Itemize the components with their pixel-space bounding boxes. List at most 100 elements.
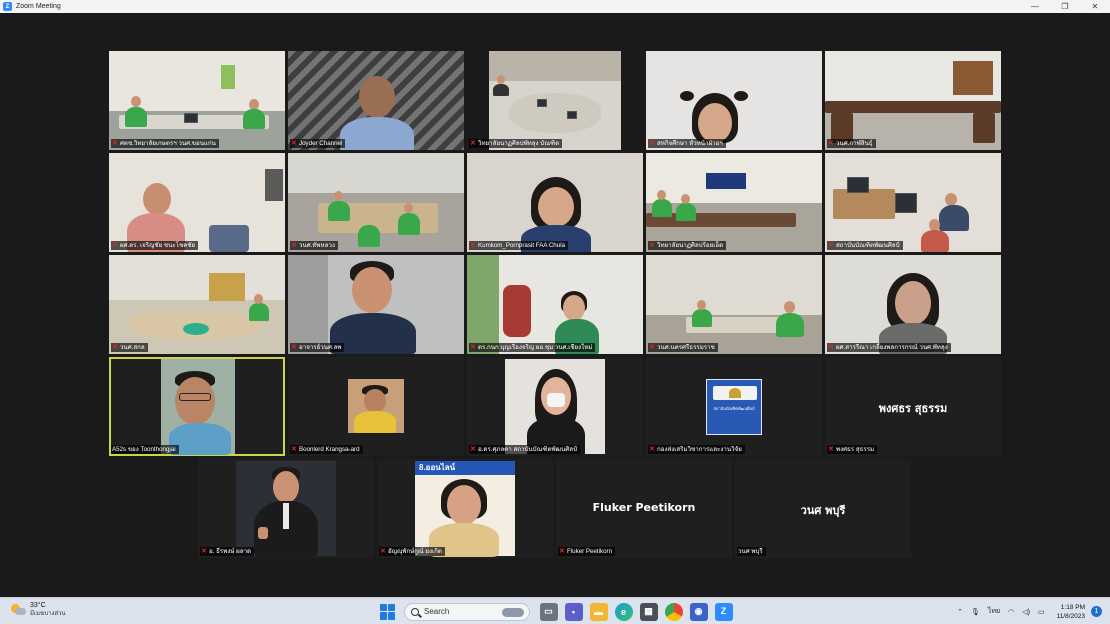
participant-name: วนศ.ทัพหลวง <box>299 242 335 249</box>
video-tile[interactable]: ✕ อ. ธีรพงษ์ ผลาด <box>198 459 374 558</box>
video-tile[interactable]: ✕ วนศ.สกล <box>109 255 285 354</box>
video-tile[interactable]: ✕ Kumkom_Pornprasit FAA Chula <box>467 153 643 252</box>
muted-mic-icon: ✕ <box>828 140 834 147</box>
muted-mic-icon: ✕ <box>649 446 655 453</box>
participant-name: A52s ของ Toonthongjai <box>112 446 176 453</box>
video-feed <box>288 153 464 252</box>
video-tile[interactable]: ✕ ผศ.ดร. เจริญชัย ชนะโชคชัย <box>109 153 285 252</box>
taskbar-apps: Search ▭ ▪ ▬ e ▦ ◉ Z <box>380 601 736 622</box>
battery-icon[interactable]: ▭ <box>1038 608 1045 616</box>
video-tile[interactable]: วนศ พบุรี วนศ พบุรี <box>735 459 911 558</box>
notification-badge[interactable]: 1 <box>1091 606 1102 617</box>
clock[interactable]: 1:18 PM 11/8/2023 <box>1057 603 1085 621</box>
volume-icon[interactable]: ◁) <box>1022 608 1030 616</box>
participant-label: ✕ ผศ.ดร. เจริญชัย ชนะโชคชัย <box>111 241 199 250</box>
video-tile[interactable]: ✕ วนศ.นครศรีธรรมราช <box>646 255 822 354</box>
participant-label: ✕ วิทยาลัยนาฏศิลปพัทลุง บัณฑิต <box>469 139 563 148</box>
participant-name: Fluker Peetikorn <box>567 548 613 555</box>
window-title: Zoom Meeting <box>16 3 61 10</box>
gallery-view: ✕ ศตช.วิทยาลัยเกษตรฯ วนศ.ขอนแก่น ✕ Joyder … <box>0 13 1110 597</box>
video-tile[interactable]: ✕ วิทยาลัยนาฏศิลปร้อยเอ็ด <box>646 153 822 252</box>
participant-label: ✕ Kumkom_Pornprasit FAA Chula <box>469 241 569 250</box>
video-tile[interactable]: Fluker Peetikorn ✕ Fluker Peetikorn <box>556 459 732 558</box>
muted-mic-icon: ✕ <box>649 344 655 351</box>
participant-name: ผศ.ดร. เจริญชัย ชนะโชคชัย <box>120 242 196 249</box>
active-speaker-tile[interactable]: A52s ของ Toonthongjai <box>109 357 285 456</box>
zoom-taskbar-icon[interactable]: Z <box>714 602 733 621</box>
microphone-icon[interactable]: 🎙 <box>971 608 980 616</box>
video-tile[interactable]: ✕ สถาบันบัณฑิตพัฒนศิลป์ <box>825 153 1001 252</box>
video-tile[interactable]: ✕ Boonlerd Krangsa-ard <box>288 357 464 456</box>
wifi-icon[interactable]: ◠ <box>1008 608 1014 616</box>
video-tile[interactable]: ✕ ดร.กนก บุญเรืองจริญ ผอ.ชุม วนศ.เชียงใหม… <box>467 255 643 354</box>
muted-mic-icon: ✕ <box>291 446 297 453</box>
video-tile[interactable]: 8.ออนไลน์ ✕ อัญญุพักษ์กูณ์ ยงเกิด <box>377 459 553 558</box>
video-tile[interactable]: สถาบันบัณฑิตพัฒนศิลป์ ✕ กองส่งเสริมวิชากา… <box>646 357 822 456</box>
participant-label: ✕ สหกิจศึกษา หัวหน้าฝ่ายฯ <box>648 139 726 148</box>
video-feed <box>825 255 1001 354</box>
chevron-up-icon[interactable]: ⌃ <box>957 608 963 616</box>
video-tile[interactable]: พงศธร สุธรรม ✕ พงศธร สุธรรม <box>825 357 1001 456</box>
search-box[interactable]: Search <box>404 602 530 621</box>
video-tile[interactable]: ✕ สหกิจศึกษา หัวหน้าฝ่ายฯ <box>646 51 822 150</box>
app-icon[interactable]: ◉ <box>689 602 708 621</box>
video-feed <box>109 357 285 456</box>
video-tile[interactable]: ✕ ศตช.วิทยาลัยเกษตรฯ วนศ.ขอนแก่น <box>109 51 285 150</box>
video-tile[interactable]: ✕ อ.ดร.ศุภลดา สถาบันบัณฑิตพัฒนศิลป์ <box>467 357 643 456</box>
participant-label: ✕ อ. ธีรพงษ์ ผลาด <box>200 547 255 556</box>
participant-label: ✕ พงศธร สุธรรม <box>827 445 878 454</box>
video-feed <box>288 51 464 150</box>
participant-name: วนศ.สกล <box>120 344 145 351</box>
muted-mic-icon: ✕ <box>380 548 386 555</box>
edge-browser-icon[interactable]: e <box>614 602 633 621</box>
muted-mic-icon: ✕ <box>828 344 834 351</box>
video-tile[interactable]: ✕ วนศ.กาฬสินธุ์ <box>825 51 1001 150</box>
shared-slide-banner: 8.ออนไลน์ <box>415 461 515 475</box>
teams-chat-icon[interactable]: ▪ <box>564 602 583 621</box>
title-bar: Z Zoom Meeting — ❐ ✕ <box>0 0 1110 13</box>
video-tile[interactable]: ✕ วิทยาลัยนาฏศิลปพัทลุง บัณฑิต <box>467 51 643 150</box>
video-feed <box>467 153 643 252</box>
video-tile[interactable]: ✕ อาจารย์วนศ.ลพ <box>288 255 464 354</box>
participant-name: สถาบันบัณฑิตพัฒนศิลป์ <box>836 242 900 249</box>
system-tray: ⌃ 🎙 ไทย ◠ ◁) ▭ 1:18 PM 11/8/2023 1 <box>953 598 1110 624</box>
start-button[interactable] <box>380 603 396 620</box>
participant-display-name: วนศ พบุรี <box>800 504 846 517</box>
language-indicator[interactable]: ไทย <box>988 606 1000 617</box>
participant-name: วิทยาลัยนาฏศิลปพัทลุง บัณฑิต <box>478 140 560 147</box>
participant-name: ผศ.สารรีณา เกลี้ยงพลการกรณ์ วนศ.พัทลุง <box>836 344 948 351</box>
weather-widget[interactable]: 33°C มีเมฆบางส่วน <box>10 602 66 618</box>
video-feed <box>109 255 285 354</box>
participant-display-name: พงศธร สุธรรม <box>878 402 948 415</box>
video-feed <box>646 51 822 150</box>
clock-date: 11/8/2023 <box>1056 612 1085 620</box>
clock-time: 1:18 PM <box>1060 603 1085 611</box>
video-feed <box>109 51 285 150</box>
maximize-button[interactable]: ❐ <box>1050 0 1080 13</box>
participant-label: ✕ สถาบันบัณฑิตพัฒนศิลป์ <box>827 241 903 250</box>
institution-logo: สถาบันบัณฑิตพัฒนศิลป์ <box>706 379 762 435</box>
participant-label: ✕ ดร.กนก บุญเรืองจริญ ผอ.ชุม วนศ.เชียงใหม… <box>469 343 596 352</box>
video-tile[interactable]: ✕ ผศ.สารรีณา เกลี้ยงพลการกรณ์ วนศ.พัทลุง <box>825 255 1001 354</box>
chrome-browser-icon[interactable] <box>664 602 683 621</box>
microsoft-store-icon[interactable]: ▦ <box>639 602 658 621</box>
participant-label: ✕ อ.ดร.ศุภลดา สถาบันบัณฑิตพัฒนศิลป์ <box>469 445 581 454</box>
file-explorer-icon[interactable]: ▬ <box>589 602 608 621</box>
participant-name: Boonlerd Krangsa-ard <box>299 446 360 453</box>
participant-name: กองส่งเสริมวิชาการและงานวิจัย <box>657 446 742 453</box>
participant-name: วนศ.กาฬสินธุ์ <box>836 140 873 147</box>
video-tile[interactable]: ✕ Joyder Channel <box>288 51 464 150</box>
participant-label: ✕ ศตช.วิทยาลัยเกษตรฯ วนศ.ขอนแก่น <box>111 139 219 148</box>
muted-mic-icon: ✕ <box>828 242 834 249</box>
participant-label: ✕ วิทยาลัยนาฏศิลปร้อยเอ็ด <box>648 241 727 250</box>
video-feed <box>646 153 822 252</box>
muted-mic-icon: ✕ <box>470 344 476 351</box>
participant-name: อัญญุพักษ์กูณ์ ยงเกิด <box>388 548 442 555</box>
task-view-icon[interactable]: ▭ <box>539 602 558 621</box>
close-button[interactable]: ✕ <box>1080 0 1110 13</box>
minimize-button[interactable]: — <box>1020 0 1050 13</box>
participant-label: ✕ กองส่งเสริมวิชาการและงานวิจัย <box>648 445 745 454</box>
video-tile[interactable]: ✕ วนศ.ทัพหลวง <box>288 153 464 252</box>
logo-caption: สถาบันบัณฑิตพัฒนศิลป์ <box>713 406 755 411</box>
participant-label: ✕ Boonlerd Krangsa-ard <box>290 445 363 454</box>
